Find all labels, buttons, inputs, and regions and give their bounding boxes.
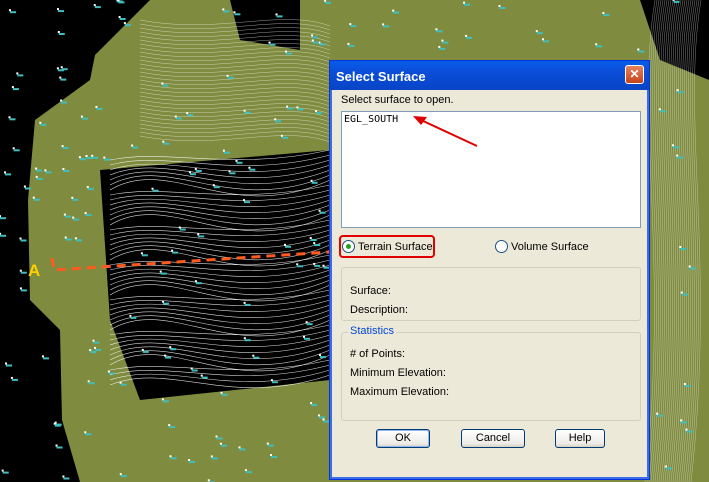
annotation-arrow bbox=[413, 116, 478, 147]
help-button[interactable]: Help bbox=[555, 429, 605, 448]
terrain-surface-radio[interactable]: Terrain Surface bbox=[342, 240, 433, 253]
max-elevation-label: Maximum Elevation: bbox=[350, 386, 450, 398]
radio-unselected-icon bbox=[495, 240, 508, 253]
min-elevation-label: Minimum Elevation: bbox=[350, 367, 446, 379]
statistics-caption: Statistics bbox=[348, 325, 397, 337]
surface-info-group: Surface: Description: bbox=[341, 267, 641, 321]
radio-selected-icon bbox=[342, 240, 355, 253]
select-surface-dialog: Select Surface ✕ Select surface to open.… bbox=[329, 60, 650, 480]
surface-listbox[interactable]: EGL_SOUTH bbox=[341, 111, 641, 228]
dialog-title: Select Surface bbox=[336, 69, 426, 84]
volume-surface-label: Volume Surface bbox=[511, 240, 589, 253]
select-prompt: Select surface to open. bbox=[341, 94, 454, 106]
close-icon: ✕ bbox=[629, 67, 640, 81]
ok-button[interactable]: OK bbox=[376, 429, 430, 448]
terrain-surface-label: Terrain Surface bbox=[358, 240, 433, 253]
statistics-group: Statistics # of Points: Minimum Elevatio… bbox=[341, 325, 641, 421]
dialog-body: Select surface to open. EGL_SOUTH Terrai… bbox=[334, 90, 645, 475]
points-label: # of Points: bbox=[350, 348, 406, 360]
description-field-label: Description: bbox=[350, 304, 409, 316]
volume-surface-radio[interactable]: Volume Surface bbox=[495, 240, 589, 253]
section-callout-label: A bbox=[28, 261, 40, 280]
surface-field-label: Surface: bbox=[350, 285, 391, 297]
cancel-button[interactable]: Cancel bbox=[461, 429, 525, 448]
surface-list-item[interactable]: EGL_SOUTH bbox=[344, 114, 398, 125]
dialog-titlebar[interactable]: Select Surface ✕ bbox=[330, 61, 649, 90]
close-button[interactable]: ✕ bbox=[625, 65, 644, 84]
